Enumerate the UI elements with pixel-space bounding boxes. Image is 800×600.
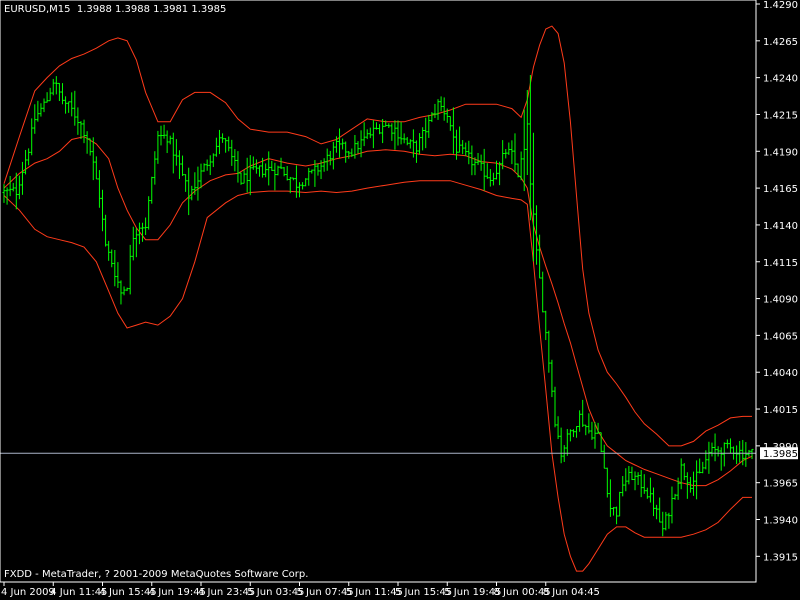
y-tick-label: 1.3915 — [763, 552, 798, 563]
y-tick-label: 1.4040 — [763, 368, 798, 379]
ohlc-values: 1.3988 1.3988 1.3981 1.3985 — [76, 4, 227, 15]
y-tick-label: 1.4240 — [763, 74, 798, 85]
x-tick-label: 8 Jun 04:45 — [543, 587, 600, 598]
y-tick-label: 1.3940 — [763, 516, 798, 527]
copyright-text: FXDD - MetaTrader, ? 2001-2009 MetaQuote… — [4, 569, 309, 580]
y-tick-label: 1.4065 — [763, 331, 798, 342]
x-tick-label: 4 Jun 2009 — [1, 587, 55, 598]
y-tick-label: 1.4090 — [763, 295, 798, 306]
symbol-label: EURUSD,M15 1.3988 1.3988 1.3981 1.3985 — [4, 4, 226, 15]
y-tick-label: 1.4290 — [763, 0, 798, 11]
y-tick-label: 1.3965 — [763, 479, 798, 490]
y-tick-label: 1.3990 — [763, 442, 798, 453]
y-tick-label: 1.4215 — [763, 110, 798, 121]
y-tick-label: 1.4265 — [763, 37, 798, 48]
y-tick-label: 1.4190 — [763, 147, 798, 158]
y-tick-label: 1.4015 — [763, 405, 798, 416]
y-tick-label: 1.4165 — [763, 184, 798, 195]
symbol-name: EURUSD,M15 — [4, 4, 71, 15]
y-tick-label: 1.4140 — [763, 221, 798, 232]
y-tick-label: 1.4115 — [763, 258, 798, 269]
chart-background — [0, 0, 800, 600]
price-chart[interactable]: 1.3985 1.42901.42651.42401.42151.41901.4… — [0, 0, 800, 600]
